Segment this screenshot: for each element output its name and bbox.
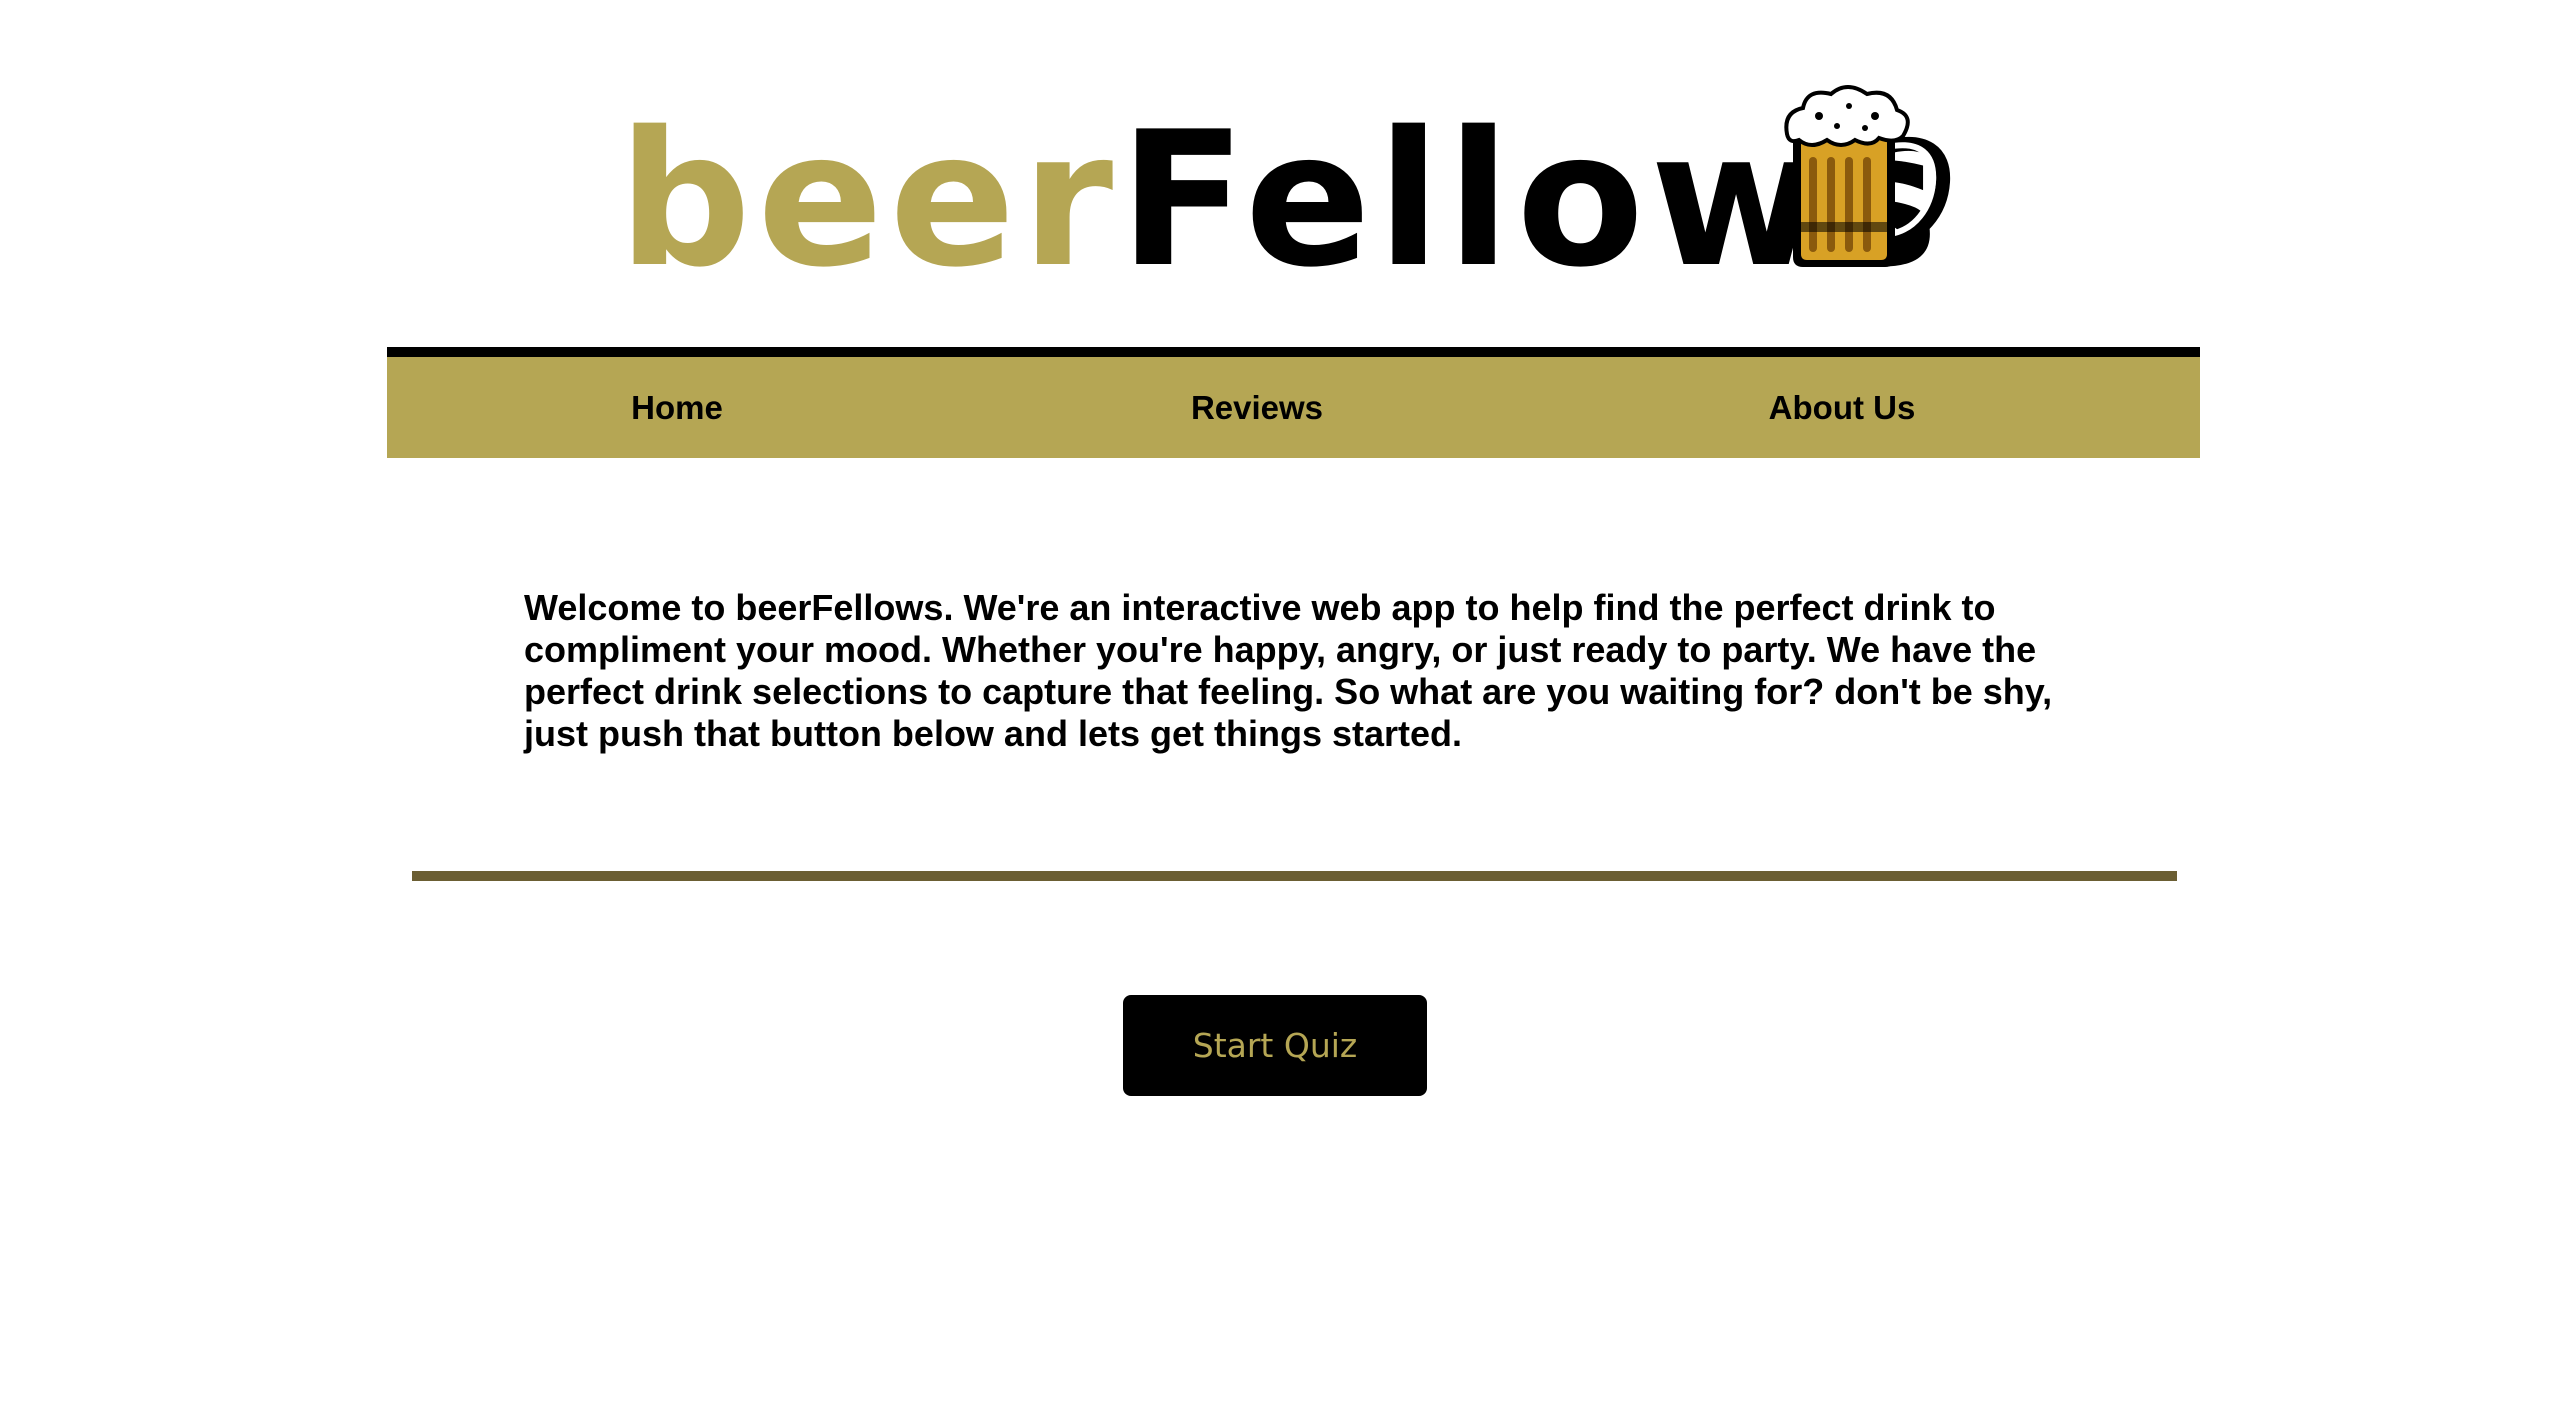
site-header: beerFellows <box>0 60 2560 300</box>
intro-text: Welcome to beerFellows. We're an interac… <box>524 587 2053 754</box>
nav-link-reviews[interactable]: Reviews <box>1137 357 1377 458</box>
site-logo[interactable]: beerFellows <box>618 100 1945 300</box>
section-divider <box>412 871 2177 881</box>
beer-mug-icon <box>1784 85 1951 267</box>
logo-beer-text: beer <box>618 91 1120 308</box>
start-quiz-button[interactable]: Start Quiz <box>1123 995 1427 1096</box>
main-nav: Home Reviews About Us <box>387 347 2200 458</box>
nav-link-about-us[interactable]: About Us <box>1707 357 1977 458</box>
nav-link-home[interactable]: Home <box>577 357 777 458</box>
